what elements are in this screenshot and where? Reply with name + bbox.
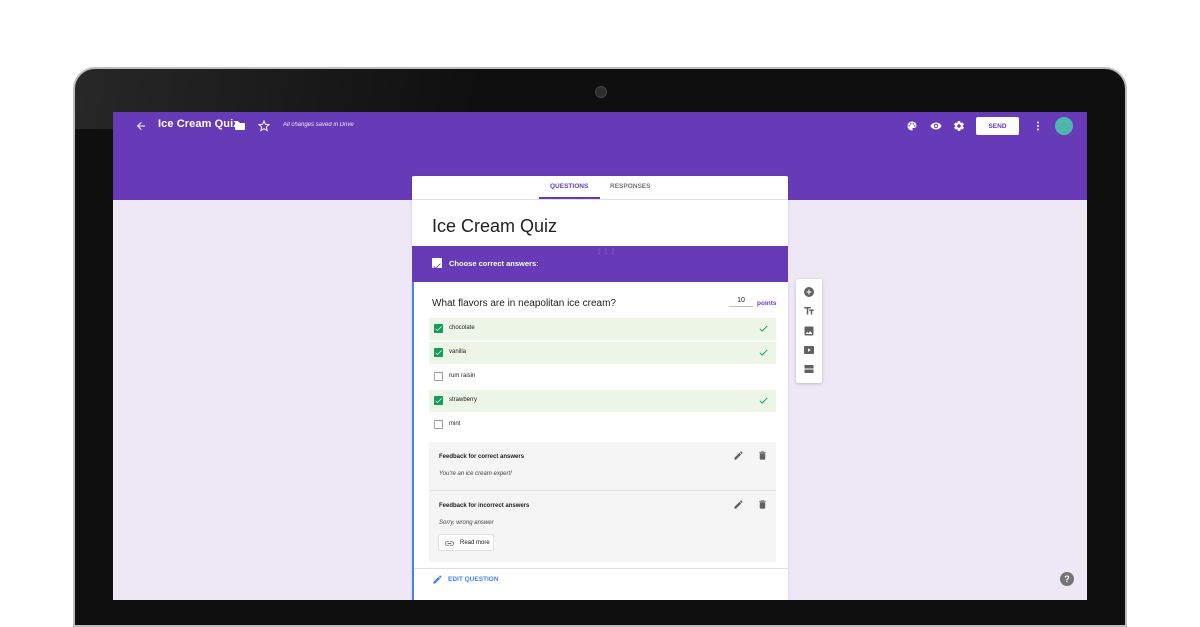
option-checkbox[interactable]	[434, 348, 443, 357]
feedback-panel: Feedback for correct answers You're an i…	[429, 442, 776, 562]
points-label: points	[757, 300, 777, 307]
back-arrow-icon[interactable]	[135, 120, 147, 132]
delete-icon[interactable]	[757, 499, 768, 510]
more-vert-icon[interactable]	[1032, 120, 1044, 132]
option-checkbox[interactable]	[434, 372, 443, 381]
side-toolbar	[796, 279, 822, 383]
question-card: What flavors are in neapolitan ice cream…	[412, 282, 788, 600]
option-label: chocolate	[449, 325, 475, 331]
question-text[interactable]: What flavors are in neapolitan ice cream…	[432, 298, 616, 309]
section-icon[interactable]	[803, 363, 815, 375]
gear-icon[interactable]	[953, 120, 965, 132]
feedback-incorrect-text: Sorry, wrong answer	[439, 520, 494, 526]
link-icon	[444, 541, 455, 546]
edit-question-label: EDIT QUESTION	[448, 576, 499, 583]
option-label: strawberry	[449, 397, 478, 403]
palette-icon[interactable]	[906, 120, 918, 132]
screen: Ice Cream Quiz All changes saved in Driv…	[113, 112, 1087, 600]
option-label: vanilla	[449, 349, 467, 355]
form-header-card: QUESTIONS RESPONSES Ice Cream Quiz	[412, 176, 788, 246]
help-icon[interactable]: ?	[1060, 572, 1074, 586]
correct-check-icon	[759, 397, 768, 404]
drag-handle-icon[interactable]: ⋮⋮⋮	[596, 248, 617, 255]
save-status: All changes saved in Drive	[283, 122, 354, 128]
option-label: rum raisin	[449, 373, 476, 379]
feedback-divider	[429, 490, 776, 491]
title-text-icon[interactable]	[803, 305, 815, 317]
folder-icon[interactable]	[234, 120, 246, 132]
eye-icon[interactable]	[930, 120, 942, 132]
edit-pencil-icon	[433, 575, 442, 584]
feedback-correct-text: You're an ice cream expert!	[439, 471, 512, 477]
feedback-incorrect-title: Feedback for incorrect answers	[439, 503, 530, 509]
star-icon[interactable]	[258, 120, 270, 132]
tab-questions[interactable]: QUESTIONS	[550, 183, 588, 190]
send-button[interactable]: SEND	[976, 117, 1019, 135]
feedback-correct-title: Feedback for correct answers	[439, 454, 525, 460]
option-checkbox[interactable]	[434, 420, 443, 429]
edit-pencil-icon[interactable]	[733, 499, 744, 510]
points-input[interactable]: 10	[729, 297, 753, 307]
form-title[interactable]: Ice Cream Quiz	[432, 216, 557, 237]
camera-dot	[595, 86, 607, 98]
read-more-label: Read more	[460, 540, 490, 546]
divider	[412, 199, 788, 200]
correct-check-icon	[759, 349, 768, 356]
option-item[interactable]: rum raisin	[429, 366, 776, 388]
form-name[interactable]: Ice Cream Quiz	[158, 118, 239, 130]
option-item[interactable]: strawberry	[429, 390, 776, 412]
divider	[414, 568, 788, 569]
option-checkbox[interactable]	[434, 396, 443, 405]
answer-key-heading: Choose correct answers:	[449, 259, 539, 268]
edit-pencil-icon[interactable]	[733, 450, 744, 461]
answer-key-checkbox[interactable]	[432, 258, 442, 269]
option-item[interactable]: chocolate	[429, 318, 776, 340]
option-item[interactable]: vanilla	[429, 342, 776, 364]
toolbar: Ice Cream Quiz All changes saved in Driv…	[113, 112, 1087, 140]
tab-responses[interactable]: RESPONSES	[610, 183, 650, 190]
avatar[interactable]	[1055, 117, 1073, 135]
read-more-link[interactable]: Read more	[438, 534, 494, 551]
option-checkbox[interactable]	[434, 324, 443, 333]
add-question-icon[interactable]	[803, 286, 815, 298]
option-item[interactable]: mint	[429, 414, 776, 436]
answer-key-bar: ⋮⋮⋮ Choose correct answers:	[412, 246, 788, 282]
image-icon[interactable]	[803, 325, 815, 337]
option-label: mint	[449, 421, 461, 427]
correct-check-icon	[759, 325, 768, 332]
video-icon[interactable]	[803, 344, 815, 356]
delete-icon[interactable]	[757, 450, 768, 461]
